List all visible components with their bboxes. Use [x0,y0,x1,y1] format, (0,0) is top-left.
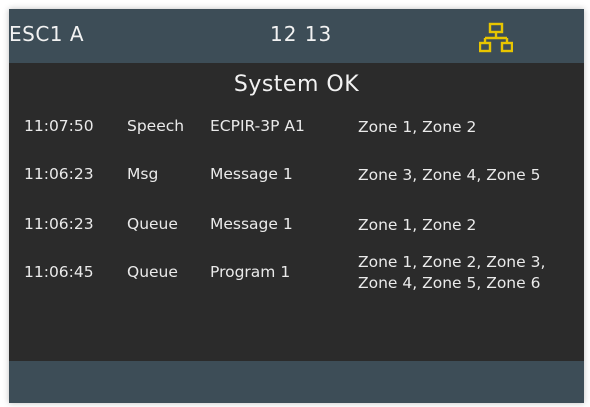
bottom-bar [9,361,584,403]
event-zones-line1: Zone 3, Zone 4, Zone 5 [358,166,541,184]
event-time: 11:06:45 [24,263,94,281]
event-zones-line1: Zone 1, Zone 2, Zone 3, [358,253,546,271]
event-source: Program 1 [210,263,291,281]
event-source: ECPIR-3P A1 [210,117,305,135]
event-type: Queue [127,263,178,281]
display-screen: ESC1 A 12 13 System OK 11:07:50 Speech E… [9,9,584,403]
event-zones: Zone 3, Zone 4, Zone 5 [358,165,540,186]
event-zones-line2: Zone 4, Zone 5, Zone 6 [358,274,541,292]
event-list: 11:07:50 Speech ECPIR-3P A1 Zone 1, Zone… [9,9,584,349]
event-time: 11:06:23 [24,165,94,183]
event-type: Speech [127,117,185,135]
event-type: Queue [127,215,178,233]
event-source: Message 1 [210,165,293,183]
event-zones-line1: Zone 1, Zone 2 [358,216,477,234]
event-zones-line1: Zone 1, Zone 2 [358,118,477,136]
event-type: Msg [127,165,159,183]
event-zones: Zone 1, Zone 2 [358,215,476,236]
event-time: 11:06:23 [24,215,94,233]
event-zones: Zone 1, Zone 2 [358,117,476,138]
event-time: 11:07:50 [24,117,94,135]
event-zones: Zone 1, Zone 2, Zone 3, Zone 4, Zone 5, … [358,252,545,294]
event-source: Message 1 [210,215,293,233]
